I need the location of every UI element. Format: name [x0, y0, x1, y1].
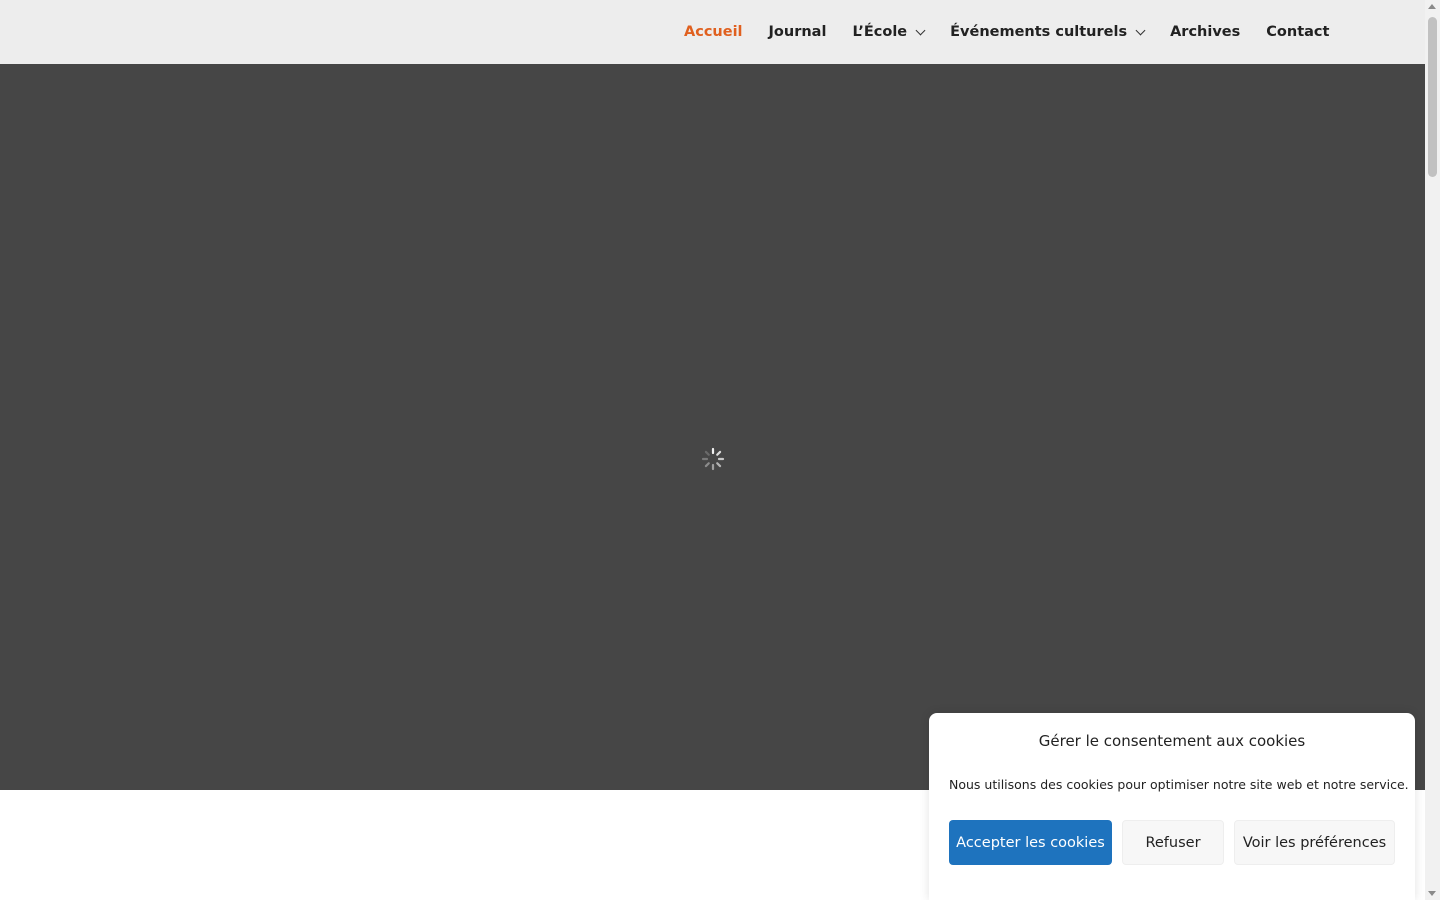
- site-header: Accueil Journal L’École Événements cultu…: [0, 0, 1425, 64]
- nav-item-journal[interactable]: Journal: [769, 24, 827, 40]
- view-preferences-button[interactable]: Voir les préférences: [1234, 820, 1395, 865]
- nav-item-accueil[interactable]: Accueil: [684, 24, 743, 40]
- nav-item-evenements-culturels[interactable]: Événements culturels: [950, 24, 1146, 40]
- main-navigation: Accueil Journal L’École Événements cultu…: [684, 0, 1329, 64]
- scroll-thumb[interactable]: [1428, 17, 1437, 177]
- nav-item-label: Événements culturels: [950, 24, 1128, 40]
- scroll-down-icon[interactable]: [1428, 891, 1436, 896]
- nav-item-label: Contact: [1266, 24, 1330, 40]
- nav-item-label: Journal: [768, 24, 827, 40]
- chevron-down-icon: [915, 25, 926, 36]
- nav-item-label: L’École: [852, 24, 908, 40]
- spinner-icon: [701, 447, 725, 471]
- hero-loading-area: [0, 64, 1425, 790]
- nav-item-label: Accueil: [684, 24, 743, 40]
- nav-item-ecole[interactable]: L’École: [852, 24, 926, 40]
- nav-item-contact[interactable]: Contact: [1266, 24, 1329, 40]
- nav-item-label: Archives: [1170, 24, 1241, 40]
- accept-cookies-button[interactable]: Accepter les cookies: [949, 820, 1112, 865]
- refuse-cookies-button[interactable]: Refuser: [1122, 820, 1224, 865]
- cookie-consent-banner: Gérer le consentement aux cookies Nous u…: [929, 713, 1415, 900]
- scroll-up-icon[interactable]: [1428, 4, 1436, 9]
- chevron-down-icon: [1135, 25, 1146, 36]
- page-scrollbar[interactable]: [1425, 0, 1440, 900]
- cookie-banner-message: Nous utilisons des cookies pour optimise…: [949, 777, 1409, 792]
- cookie-banner-title: Gérer le consentement aux cookies: [1038, 732, 1306, 750]
- nav-item-archives[interactable]: Archives: [1170, 24, 1240, 40]
